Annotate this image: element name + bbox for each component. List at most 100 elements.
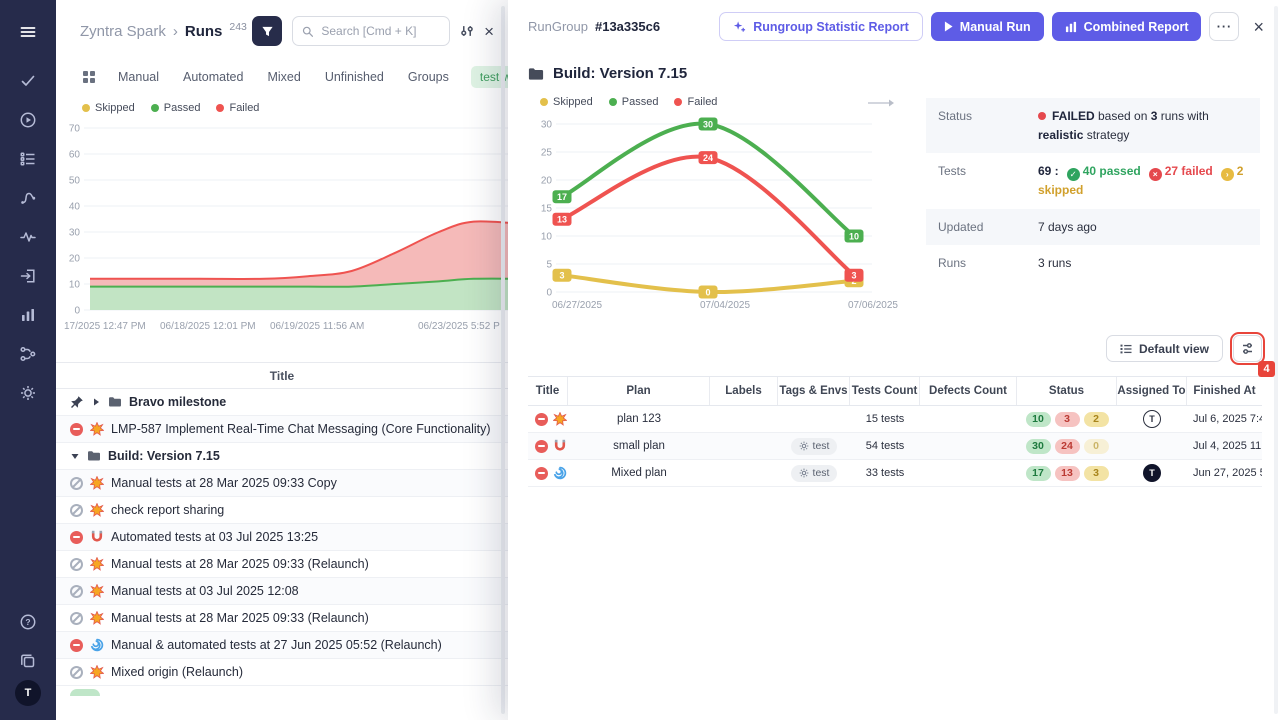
column-assigned-to[interactable]: Assigned To bbox=[1117, 377, 1187, 405]
run-row[interactable]: Manual tests at 28 Mar 2025 09:33 Copy bbox=[56, 470, 508, 497]
tab-automated[interactable]: Automated bbox=[183, 70, 243, 84]
run-row[interactable]: Manual tests at 03 Jul 2025 12:08 bbox=[56, 578, 508, 605]
svg-text:3: 3 bbox=[559, 271, 564, 281]
tab-groups[interactable]: Groups bbox=[408, 70, 449, 84]
folder-icon bbox=[108, 395, 122, 409]
combined-report-button[interactable]: Combined Report bbox=[1052, 12, 1202, 41]
run-row[interactable]: Mixed origin (Relaunch) bbox=[56, 659, 508, 686]
not-started-status-icon bbox=[70, 666, 83, 679]
close-panel-icon[interactable]: × bbox=[1253, 18, 1264, 36]
column-title[interactable]: Title bbox=[528, 377, 568, 405]
run-title: Manual tests at 28 Mar 2025 09:33 Copy bbox=[111, 476, 337, 490]
pulse-icon[interactable] bbox=[14, 223, 42, 251]
column-labels[interactable]: Labels bbox=[710, 377, 778, 405]
detail-table-body: plan 12315 tests1032TJul 6, 2025 7:40 sma… bbox=[528, 406, 1262, 487]
search-input[interactable] bbox=[319, 23, 440, 39]
run-detail-row[interactable]: Mixed plantest33 tests17133TJun 27, 2025… bbox=[528, 460, 1262, 487]
more-button[interactable]: ··· bbox=[1209, 12, 1239, 41]
annotation-badge: 4 bbox=[1258, 361, 1275, 377]
mixed-origin-icon bbox=[90, 638, 104, 652]
passed-chip: 17 bbox=[1026, 466, 1051, 481]
filter-button[interactable] bbox=[252, 16, 282, 46]
manual-run-button[interactable]: Manual Run bbox=[931, 12, 1044, 41]
user-avatar[interactable]: T bbox=[15, 680, 41, 706]
chart-legend: Skipped Passed Failed bbox=[528, 96, 900, 108]
header-actions: × bbox=[252, 16, 494, 46]
svg-text:10: 10 bbox=[849, 231, 859, 241]
run-row[interactable]: Automated tests at 03 Jul 2025 13:25 bbox=[56, 524, 508, 551]
test-cases-icon[interactable] bbox=[14, 145, 42, 173]
tag-pill[interactable]: test bbox=[791, 465, 838, 482]
x-axis-labels: 06/27/202507/04/202507/06/2025 bbox=[528, 300, 900, 311]
plans-branch-icon[interactable] bbox=[14, 340, 42, 368]
svg-text:0: 0 bbox=[74, 306, 80, 317]
tab-unfinished[interactable]: Unfinished bbox=[325, 70, 384, 84]
runs-icon[interactable] bbox=[14, 262, 42, 290]
x-axis-labels: 17/2025 12:47 PM06/18/2025 12:01 PM06/19… bbox=[56, 321, 508, 335]
legend-failed[interactable]: Failed bbox=[674, 96, 717, 108]
plan-name[interactable]: small plan bbox=[613, 440, 665, 452]
run-row[interactable]: Manual tests at 28 Mar 2025 09:33 (Relau… bbox=[56, 551, 508, 578]
plan-name[interactable]: plan 123 bbox=[617, 413, 661, 425]
play-icon bbox=[944, 21, 953, 32]
x-axis-label: 06/19/2025 11:56 AM bbox=[270, 321, 364, 332]
table-settings-button[interactable] bbox=[1233, 335, 1262, 362]
breadcrumb-project[interactable]: Zyntra Spark bbox=[80, 23, 166, 40]
failed-status-icon bbox=[70, 639, 83, 652]
analytics-icon[interactable] bbox=[14, 301, 42, 329]
run-detail-row[interactable]: small plantest54 tests30240Jul 4, 2025 1… bbox=[528, 433, 1262, 460]
runs-table-header[interactable]: Title bbox=[56, 362, 508, 389]
suites-icon[interactable] bbox=[14, 184, 42, 212]
run-row[interactable]: Bravo milestone bbox=[56, 389, 508, 416]
column-plan[interactable]: Plan bbox=[568, 377, 710, 405]
column-tests-count[interactable]: Tests Count bbox=[850, 377, 920, 405]
column-tags-envs[interactable]: Tags & Envs bbox=[778, 377, 850, 405]
projects-icon[interactable] bbox=[14, 647, 42, 675]
chart-scroll-right-icon[interactable] bbox=[868, 98, 894, 108]
default-view-button[interactable]: Default view bbox=[1106, 335, 1223, 362]
run-row[interactable]: Manual & automated tests at 27 Jun 2025 … bbox=[56, 632, 508, 659]
run-detail-row[interactable]: plan 12315 tests1032TJul 6, 2025 7:40 bbox=[528, 406, 1262, 433]
manual-origin-icon bbox=[90, 611, 104, 625]
column-status[interactable]: Status bbox=[1017, 377, 1117, 405]
status-value: FAILED based on 3 runs with realistic st… bbox=[1038, 107, 1248, 144]
panel-scrollbar[interactable] bbox=[1274, 6, 1278, 714]
play-circle-icon[interactable] bbox=[14, 106, 42, 134]
legend-skipped[interactable]: Skipped bbox=[82, 102, 135, 114]
svg-text:25: 25 bbox=[541, 148, 553, 159]
tab-manual[interactable]: Manual bbox=[118, 70, 159, 84]
run-row[interactable]: check report sharing bbox=[56, 497, 508, 524]
view-settings-icon[interactable] bbox=[460, 24, 474, 38]
grid-view-icon[interactable] bbox=[82, 70, 96, 84]
run-row[interactable]: LMP-587 Implement Real-Time Chat Messagi… bbox=[56, 416, 508, 443]
legend-failed[interactable]: Failed bbox=[216, 102, 259, 114]
legend-skipped[interactable]: Skipped bbox=[540, 96, 593, 108]
app-sidebar: ? T bbox=[0, 0, 56, 720]
gear-icon bbox=[799, 468, 809, 478]
run-row[interactable]: Manual tests at 28 Mar 2025 09:33 (Relau… bbox=[56, 605, 508, 632]
tests-label: Tests bbox=[938, 162, 1038, 200]
legend-dot-icon bbox=[540, 98, 548, 106]
legend-passed[interactable]: Passed bbox=[151, 102, 201, 114]
tab-mixed[interactable]: Mixed bbox=[267, 70, 300, 84]
svg-text:24: 24 bbox=[703, 153, 713, 163]
legend-passed[interactable]: Passed bbox=[609, 96, 659, 108]
page-scrollbar[interactable] bbox=[501, 6, 505, 714]
close-icon[interactable]: × bbox=[484, 23, 494, 40]
plan-name[interactable]: Mixed plan bbox=[611, 467, 667, 479]
column-defects-count[interactable]: Defects Count bbox=[920, 377, 1017, 405]
settings-gear-icon[interactable] bbox=[14, 379, 42, 407]
check-icon[interactable] bbox=[14, 67, 42, 95]
manual-origin-icon bbox=[90, 503, 104, 517]
failed-chip: 24 bbox=[1055, 439, 1080, 454]
rungroup-statistic-report-button[interactable]: Rungroup Statistic Report bbox=[719, 12, 923, 41]
column-finished-at[interactable]: Finished At bbox=[1187, 377, 1262, 405]
menu-icon[interactable] bbox=[14, 18, 42, 46]
tag-pill[interactable]: test bbox=[791, 438, 838, 455]
run-row[interactable]: Build: Version 7.15 bbox=[56, 443, 508, 470]
assignee-avatar[interactable]: T bbox=[1143, 410, 1161, 428]
run-row-partial[interactable] bbox=[56, 686, 508, 696]
assignee-avatar[interactable]: T bbox=[1143, 464, 1161, 482]
help-icon[interactable]: ? bbox=[14, 608, 42, 636]
tests-row: Tests 69 :✓40 passed×27 failed›2 skipped bbox=[926, 153, 1260, 209]
